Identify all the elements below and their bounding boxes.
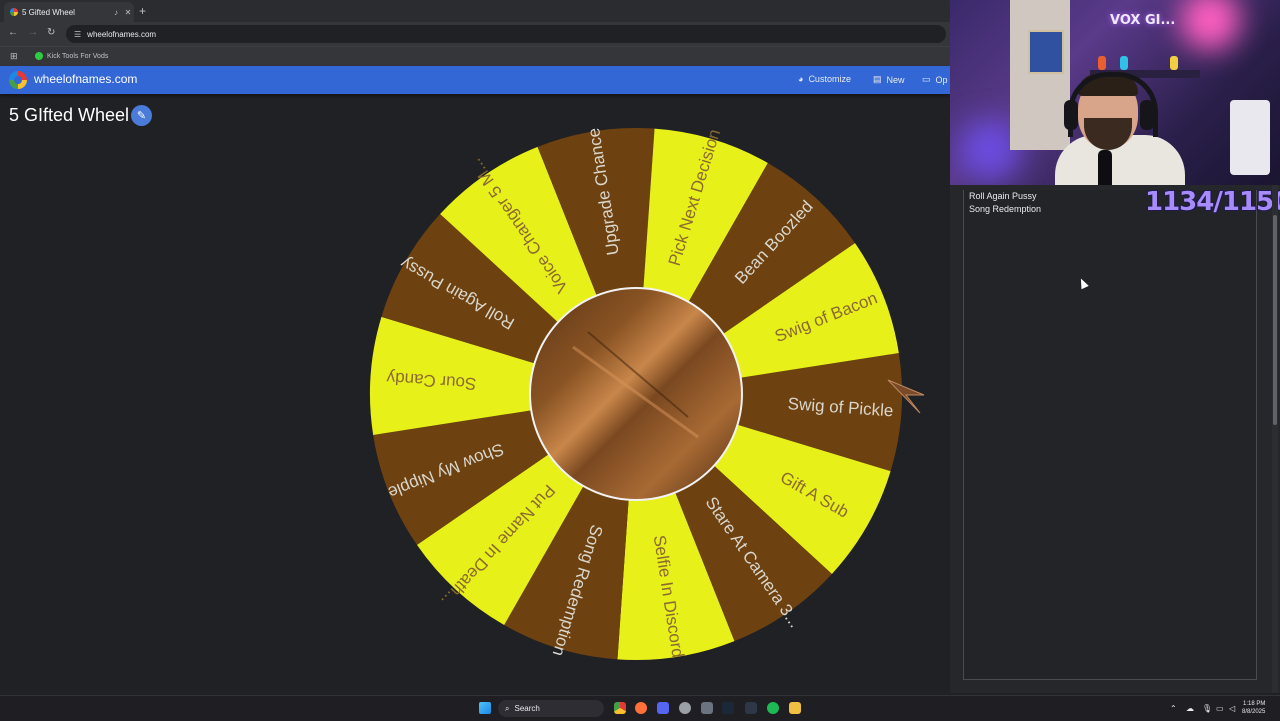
entries-textarea[interactable]: Roll Again Pussy Song Redemption [963,190,1257,680]
new-button[interactable]: ▤ New [873,74,905,85]
terminal-icon[interactable] [745,702,757,714]
firefox-icon[interactable] [635,702,647,714]
close-tab-icon[interactable]: ✕ [122,8,134,17]
site-name[interactable]: wheelofnames.com [34,72,137,86]
url-text: wheelofnames.com [87,29,157,39]
page-scrollbar[interactable] [1272,185,1278,693]
microphone-icon [1098,150,1112,185]
system-clock[interactable]: 1:18 PM 8/8/2025 [1242,700,1265,716]
search-icon: ⌕ [505,703,510,713]
wheel-title: 5 GIfted Wheel [9,105,130,125]
clock-time: 1:18 PM [1243,701,1266,707]
tab-title: 5 Gifted Wheel [22,7,75,17]
windows-taskbar: ⌕ Search ⌃ ☁ 🎙 ▭ ◁ 1:18 PM 8/8/2025 [0,695,1280,721]
site-info-icon[interactable]: ☰ [74,30,81,39]
wheel-favicon-icon [10,8,18,16]
sub-goal-counter: 1134/1150 [1145,187,1280,217]
site-header: wheelofnames.com ◕ Customize ▤ New ▭ Op [0,66,950,94]
volume-icon[interactable]: ◁ [1229,704,1235,713]
browser-toolbar: ← → ↻ ☰ wheelofnames.com [0,22,950,46]
cloud-icon[interactable]: ☁ [1186,704,1194,713]
new-label: New [886,74,905,85]
browser-tab-bar: 5 Gifted Wheel ♪ ✕ + [0,0,950,22]
settings-app-icon[interactable] [701,702,713,714]
webcam-overlay: VOX GI... [950,0,1280,185]
pencil-icon: ✎ [136,110,147,122]
obs-icon[interactable] [679,702,691,714]
bookmark-item[interactable]: Kick Tools For Vods [35,52,108,60]
tray-chevron-icon[interactable]: ⌃ [1170,704,1177,713]
kick-favicon-icon [35,52,43,60]
clock-date: 8/8/2025 [1242,709,1266,715]
folder-icon: ▭ [922,74,931,84]
document-icon: ▤ [873,74,882,84]
edit-title-button[interactable]: ✎ [131,105,152,126]
palette-icon: ◕ [798,74,804,84]
open-button[interactable]: ▭ Op [922,74,948,85]
speaker-icon[interactable]: ♪ [110,8,122,17]
apps-grid-icon[interactable]: ⊞ [10,51,18,62]
bookmark-label: Kick Tools For Vods [47,52,109,60]
open-label: Op [935,74,948,85]
forward-arrow-icon[interactable]: → [28,27,38,38]
wheel-logo-icon[interactable] [9,71,27,89]
steam-icon[interactable] [722,702,734,714]
discord-icon[interactable] [657,702,669,714]
back-arrow-icon[interactable]: ← [8,27,18,38]
reload-icon[interactable]: ↻ [47,27,55,38]
spotify-icon[interactable] [767,702,779,714]
network-icon[interactable]: ▭ [1216,704,1224,713]
browser-tab[interactable]: 5 Gifted Wheel ♪ ✕ [4,2,134,22]
search-label: Search [514,704,540,713]
air-conditioner [1230,100,1270,175]
customize-label: Customize [808,74,851,84]
customize-button[interactable]: ◕ Customize [798,74,851,84]
chrome-icon[interactable] [614,702,626,714]
wall-poster [1028,30,1064,74]
windows-start-icon[interactable] [479,702,491,714]
address-bar[interactable]: ☰ wheelofnames.com [66,25,946,43]
taskbar-search[interactable]: ⌕ Search [498,700,604,717]
neon-sign: VOX GI... [1110,13,1176,28]
scrollbar-thumb[interactable] [1273,215,1277,425]
bookmarks-bar: ⊞ Kick Tools For Vods [0,46,950,66]
mic-tray-icon[interactable]: 🎙 [1202,704,1212,713]
file-explorer-icon[interactable] [789,702,801,714]
new-tab-button[interactable]: + [139,4,146,18]
entries-panel: Roll Again Pussy Song Redemption 1134/11… [950,185,1280,693]
spinning-wheel[interactable]: Swig of PickleGift A SubStare At Camera … [358,117,938,677]
